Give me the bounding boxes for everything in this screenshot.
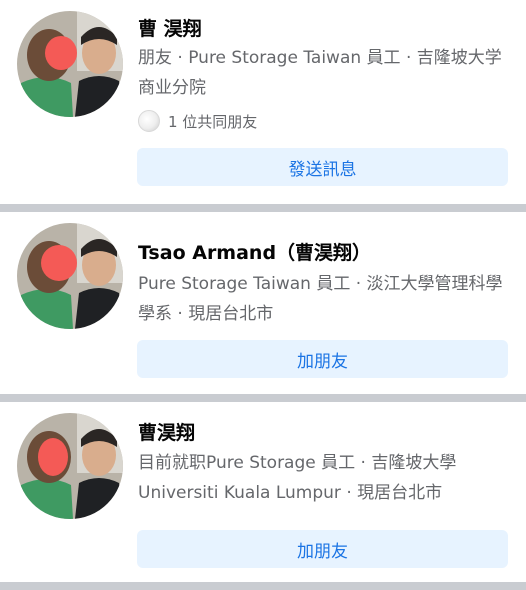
profile-avatar[interactable] bbox=[17, 413, 123, 519]
profile-avatar[interactable] bbox=[17, 11, 123, 117]
profile-name[interactable]: 曹 淏翔 bbox=[138, 14, 202, 41]
search-result-card[interactable]: Tsao Armand（曹淏翔） Pure Storage Taiwan 員工 … bbox=[0, 212, 526, 394]
profile-details: 朋友 · Pure Storage Taiwan 員工 · 吉隆坡大学商业分院 bbox=[138, 48, 502, 98]
add-friend-button[interactable]: 加朋友 bbox=[137, 340, 508, 378]
mutual-friends-label: 1 位共同朋友 bbox=[168, 112, 258, 131]
send-message-button[interactable]: 發送訊息 bbox=[137, 148, 508, 186]
search-result-card[interactable]: 曹 淏翔 朋友 · Pure Storage Taiwan 員工 · 吉隆坡大学… bbox=[0, 0, 526, 204]
mutual-friends: 1 位共同朋友 bbox=[138, 108, 257, 134]
divider bbox=[0, 394, 526, 402]
divider bbox=[0, 582, 526, 590]
profile-details: 目前就职Pure Storage 員工 · 吉隆坡大學 Universiti K… bbox=[138, 453, 457, 503]
divider bbox=[0, 204, 526, 212]
profile-avatar[interactable] bbox=[17, 223, 123, 329]
profile-details: Pure Storage Taiwan 員工 · 淡江大學管理科學學系 · 現居… bbox=[138, 274, 503, 324]
profile-name[interactable]: Tsao Armand（曹淏翔） bbox=[138, 238, 371, 265]
search-result-card[interactable]: 曹淏翔 目前就职Pure Storage 員工 · 吉隆坡大學 Universi… bbox=[0, 402, 526, 582]
add-friend-button[interactable]: 加朋友 bbox=[137, 530, 508, 568]
mutual-friend-avatar-icon bbox=[138, 110, 160, 132]
profile-name[interactable]: 曹淏翔 bbox=[138, 418, 195, 445]
